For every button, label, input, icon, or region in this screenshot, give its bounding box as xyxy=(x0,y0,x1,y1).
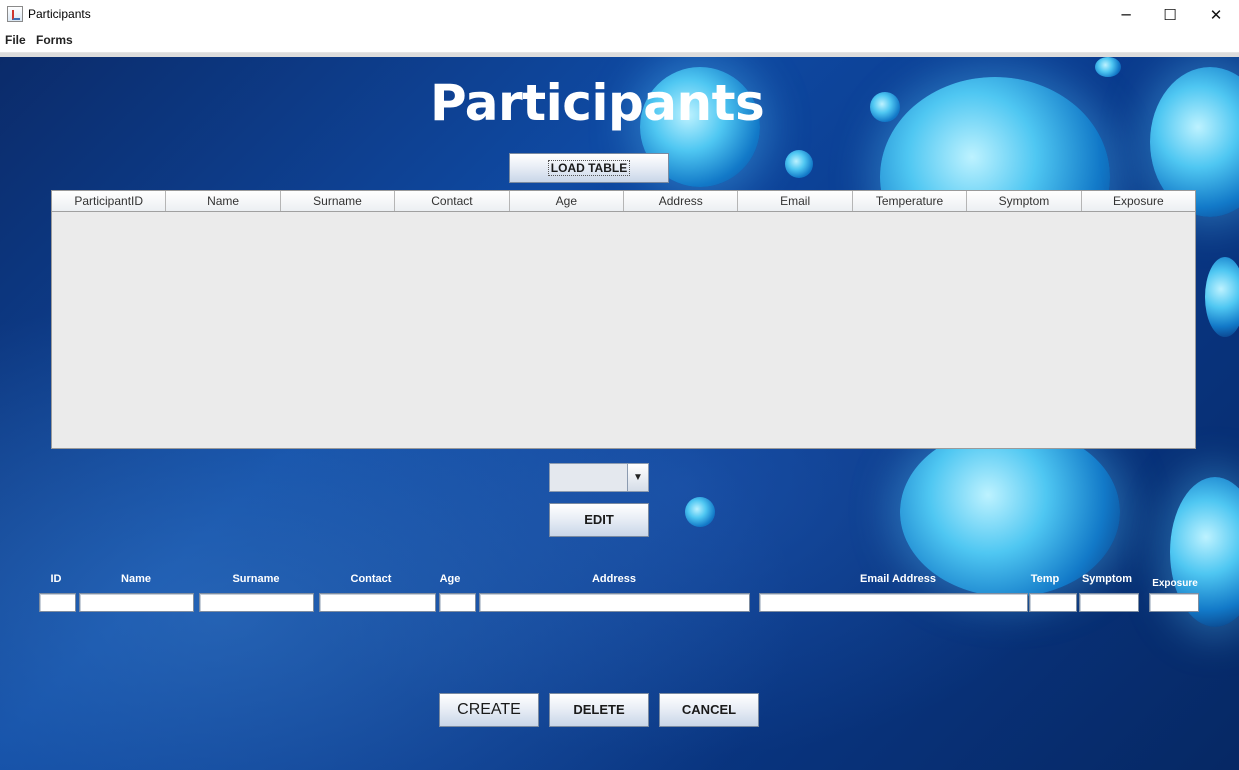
virus-decoration xyxy=(1205,257,1239,337)
menu-file[interactable]: File xyxy=(5,33,26,47)
column-header[interactable]: Email xyxy=(738,191,853,211)
symptom-label: Symptom xyxy=(1081,573,1133,585)
virus-decoration xyxy=(1095,57,1121,77)
column-header[interactable]: Symptom xyxy=(967,191,1082,211)
load-table-label: LOAD TABLE xyxy=(547,160,631,176)
name-label: Name xyxy=(121,573,151,585)
age-label: Age xyxy=(439,573,461,585)
participant-selector-combo[interactable]: ▼ xyxy=(549,463,649,492)
java-app-icon xyxy=(7,6,23,22)
contact-label: Contact xyxy=(350,573,392,585)
minimize-button[interactable]: ─ xyxy=(1103,0,1149,30)
column-header[interactable]: Contact xyxy=(395,191,510,211)
symptom-field[interactable] xyxy=(1079,593,1139,612)
id-label: ID xyxy=(50,573,62,585)
column-header[interactable]: ParticipantID xyxy=(52,191,167,211)
window-title: Participants xyxy=(28,7,91,21)
column-header[interactable]: Temperature xyxy=(853,191,968,211)
participants-table[interactable]: ParticipantID Name Surname Contact Age Addres… xyxy=(51,190,1196,449)
cancel-button[interactable]: CANCEL xyxy=(659,693,759,727)
page-title: Participants xyxy=(430,74,765,132)
virus-decoration xyxy=(900,427,1120,597)
load-table-button[interactable]: LOAD TABLE xyxy=(509,153,669,183)
column-header[interactable]: Address xyxy=(624,191,739,211)
exposure-label: Exposure xyxy=(1152,578,1198,589)
age-field[interactable] xyxy=(439,593,476,612)
address-field[interactable] xyxy=(479,593,750,612)
contact-field[interactable] xyxy=(319,593,436,612)
surname-label: Surname xyxy=(232,573,280,585)
title-bar: Participants ─ ☐ ✕ xyxy=(0,0,1239,30)
name-field[interactable] xyxy=(79,593,194,612)
create-button[interactable]: CREATE xyxy=(439,693,539,727)
close-button[interactable]: ✕ xyxy=(1193,0,1239,30)
address-label: Address xyxy=(591,573,637,585)
virus-decoration xyxy=(785,150,813,178)
exposure-field[interactable] xyxy=(1149,593,1199,612)
virus-decoration xyxy=(685,497,715,527)
chevron-down-icon[interactable]: ▼ xyxy=(627,464,648,491)
menu-bar: File Forms xyxy=(0,30,1239,53)
column-header[interactable]: Age xyxy=(510,191,625,211)
id-field[interactable] xyxy=(39,593,76,612)
edit-button[interactable]: EDIT xyxy=(549,503,649,537)
temp-field[interactable] xyxy=(1029,593,1077,612)
temp-label: Temp xyxy=(1030,573,1060,585)
surname-field[interactable] xyxy=(199,593,314,612)
column-header[interactable]: Exposure xyxy=(1082,191,1195,211)
column-header[interactable]: Name xyxy=(166,191,281,211)
maximize-button[interactable]: ☐ xyxy=(1147,0,1193,30)
column-header[interactable]: Surname xyxy=(281,191,396,211)
email-address-label: Email Address xyxy=(859,573,936,585)
virus-decoration xyxy=(870,92,900,122)
menu-forms[interactable]: Forms xyxy=(36,33,73,47)
delete-button[interactable]: DELETE xyxy=(549,693,649,727)
table-header: ParticipantID Name Surname Contact Age Addres… xyxy=(52,191,1195,212)
email-address-field[interactable] xyxy=(759,593,1028,612)
